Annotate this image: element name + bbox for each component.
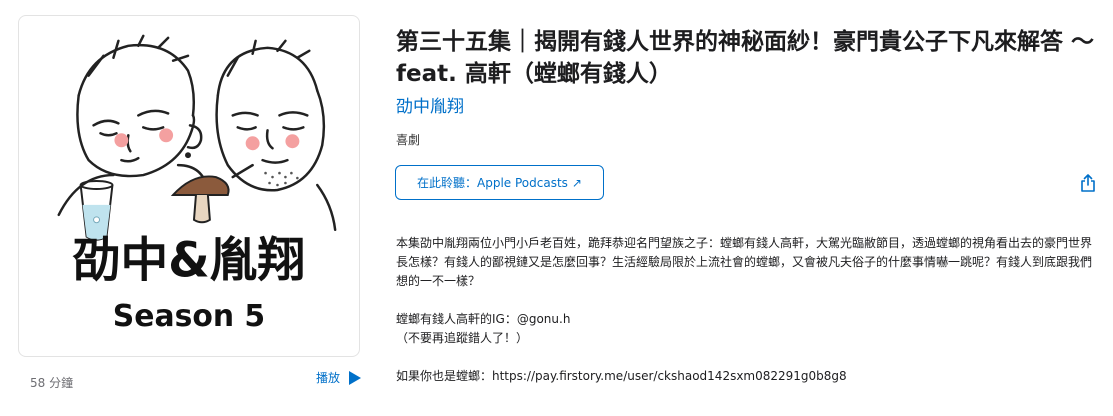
episode-duration: 58 分鐘: [30, 376, 74, 390]
podcast-author-link[interactable]: 劭中胤翔: [396, 92, 464, 117]
artwork-logo-text: 劭中&胤翔: [72, 233, 305, 288]
description-paragraph: 本集劭中胤翔兩位小門小戶老百姓，跪拜恭迎名門望族之子：螳螂有錢人高軒，大駕光臨敝…: [396, 236, 1093, 288]
artwork-season-text: Season 5: [113, 299, 265, 334]
podcast-artwork: 劭中&胤翔 Season 5: [18, 15, 360, 357]
artwork-illustration: 劭中&胤翔 Season 5: [57, 34, 337, 334]
episode-description: 本集劭中胤翔兩位小門小戶老百姓，跪拜恭迎名門望族之子：螳螂有錢人高軒，大駕光臨敝…: [396, 234, 1103, 386]
play-button[interactable]: 播放: [316, 369, 362, 386]
episode-title: 第三十五集｜揭開有錢人世界的神秘面紗！豪門貴公子下凡來解答 ～ feat. 高軒…: [396, 29, 1095, 87]
play-label: 播放: [315, 371, 340, 385]
description-link-line: 如果你也是螳螂：https://pay.firstory.me/user/cks…: [396, 369, 847, 383]
description-ig-line: 螳螂有錢人高軒的IG：@gonu.h: [396, 312, 571, 326]
listen-button-label: 在此聆聽：Apple Podcasts: [417, 176, 568, 190]
description-ig-note: （不要再追蹤錯人了！）: [396, 331, 529, 345]
play-icon: [349, 370, 361, 385]
episode-category: 喜劇: [396, 133, 421, 147]
share-icon[interactable]: [1080, 174, 1096, 192]
external-link-arrow-icon: ↗: [571, 175, 582, 190]
episode-meta-row: 58 分鐘 播放: [18, 366, 362, 396]
listen-on-apple-podcasts-button[interactable]: 在此聆聽：Apple Podcasts ↗: [395, 165, 604, 200]
